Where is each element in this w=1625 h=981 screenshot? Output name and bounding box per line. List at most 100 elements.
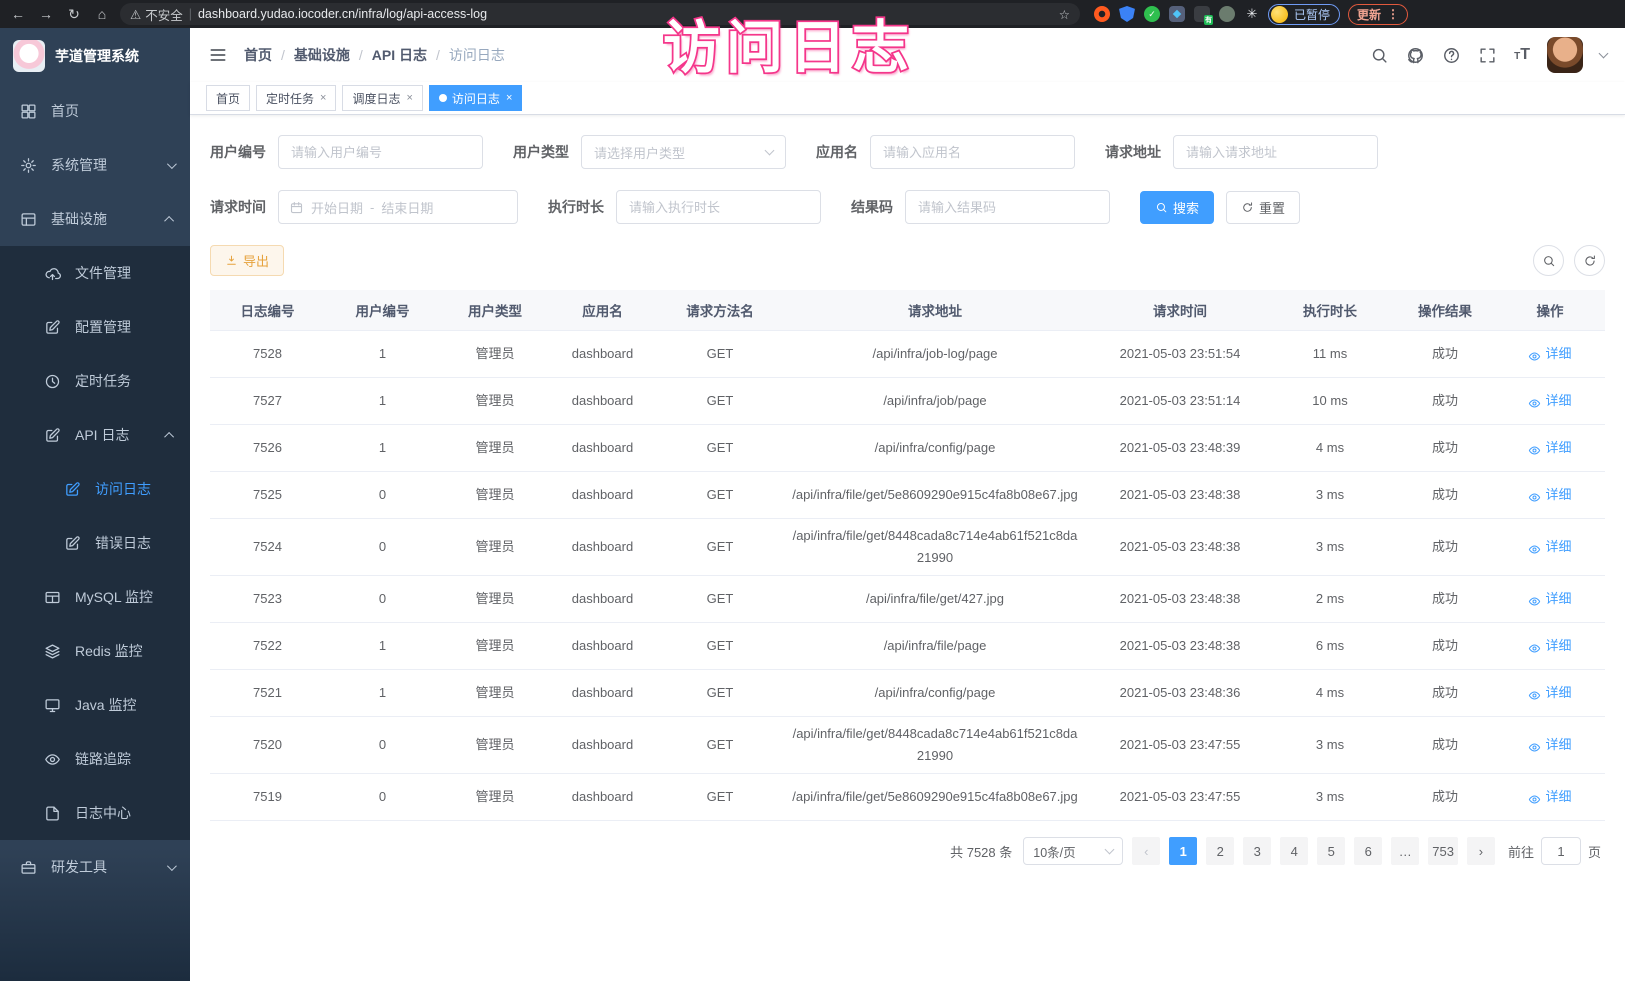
chevron-down-icon[interactable] (1599, 49, 1609, 59)
extension-icon[interactable] (1119, 6, 1135, 22)
address-bar[interactable]: ⚠ 不安全 | dashboard.yudao.iocoder.cn/infra… (120, 3, 1080, 25)
eye-icon (1528, 489, 1541, 502)
sidebar-item-home[interactable]: 首页 (0, 84, 190, 138)
user-avatar[interactable] (1547, 37, 1583, 73)
page-button[interactable]: 3 (1243, 837, 1271, 865)
breadcrumb-item[interactable]: 基础设施 (294, 45, 350, 65)
tab-home[interactable]: 首页 (206, 85, 250, 111)
prev-page-button[interactable]: ‹ (1132, 837, 1160, 865)
app-logo[interactable]: 芋道管理系统 (0, 28, 190, 84)
detail-link[interactable]: 详细 (1528, 437, 1571, 459)
page-button[interactable]: 2 (1206, 837, 1234, 865)
page-size-select[interactable]: 10条/页 (1023, 837, 1123, 865)
export-button-label: 导出 (243, 251, 269, 270)
browser-back-icon[interactable]: ← (8, 6, 28, 22)
browser-home-icon[interactable]: ⌂ (92, 6, 112, 22)
result-code-input[interactable] (905, 190, 1110, 224)
sidebar-item-log-center[interactable]: 日志中心 (0, 786, 190, 840)
fullscreen-icon[interactable] (1478, 46, 1497, 65)
breadcrumb-item[interactable]: 首页 (244, 45, 272, 65)
hamburger-icon[interactable] (208, 45, 228, 65)
detail-link[interactable]: 详细 (1528, 682, 1571, 704)
page-button[interactable]: 1 (1169, 837, 1197, 865)
browser-update-button[interactable]: 更新 ⋮ (1348, 4, 1408, 25)
sidebar-item-file[interactable]: 文件管理 (0, 246, 190, 300)
close-icon[interactable]: × (506, 92, 512, 104)
cell-duration: 11 ms (1275, 331, 1385, 377)
search-button[interactable]: 搜索 (1140, 191, 1214, 224)
detail-link[interactable]: 详细 (1528, 484, 1571, 506)
sidebar-item-access-log[interactable]: 访问日志 (0, 462, 190, 516)
tab-access-log[interactable]: 访问日志× (429, 85, 522, 111)
cell-app-name: dashboard (550, 576, 655, 622)
extension-icon[interactable] (1094, 6, 1110, 22)
cell-duration: 3 ms (1275, 472, 1385, 518)
sidebar-item-config[interactable]: 配置管理 (0, 300, 190, 354)
sidebar-item-system[interactable]: 系统管理 (0, 138, 190, 192)
filter-row-1: 用户编号 用户类型 请选择用户类型 应用名 请求地址 (210, 135, 1605, 169)
sidebar-item-trace[interactable]: 链路追踪 (0, 732, 190, 786)
browser-reload-icon[interactable]: ↻ (64, 6, 84, 23)
sidebar: 芋道管理系统 首页 系统管理 基础设施 文件管理 配置管理 (0, 28, 190, 981)
github-icon[interactable] (1406, 46, 1425, 65)
search-icon[interactable] (1370, 46, 1389, 65)
close-icon[interactable]: × (406, 92, 412, 104)
request-time-range-picker[interactable]: 开始日期 - 结束日期 (278, 190, 518, 224)
cell-user-type: 管理员 (440, 425, 550, 471)
sidebar-item-error-log[interactable]: 错误日志 (0, 516, 190, 570)
reset-button[interactable]: 重置 (1226, 191, 1300, 224)
user-id-input[interactable] (278, 135, 483, 169)
browser-profile-chip[interactable]: 已暂停 (1268, 4, 1340, 25)
detail-link[interactable]: 详细 (1528, 786, 1571, 808)
detail-link[interactable]: 详细 (1528, 536, 1571, 558)
tab-label: 定时任务 (266, 90, 314, 107)
extension-icon[interactable] (1219, 6, 1235, 22)
security-warning-icon[interactable]: ⚠ 不安全 (130, 5, 183, 24)
detail-link[interactable]: 详细 (1528, 390, 1571, 412)
page-button[interactable]: 4 (1280, 837, 1308, 865)
close-icon[interactable]: × (320, 92, 326, 104)
user-type-select[interactable]: 请选择用户类型 (581, 135, 786, 169)
document-icon (44, 805, 61, 822)
browser-menu-icon[interactable]: ⋮ (1387, 7, 1399, 21)
app-name-input[interactable] (870, 135, 1075, 169)
request-url-input[interactable] (1173, 135, 1378, 169)
sidebar-item-redis[interactable]: Redis 监控 (0, 624, 190, 678)
page-button[interactable]: 5 (1317, 837, 1345, 865)
font-size-icon[interactable]: TT (1514, 46, 1530, 64)
tab-cron[interactable]: 定时任务 × (256, 85, 336, 111)
bookmark-star-icon[interactable]: ☆ (1059, 7, 1070, 22)
breadcrumb-item[interactable]: API 日志 (372, 45, 427, 65)
extension-icon[interactable]: 有 (1194, 6, 1210, 22)
sidebar-item-api-log[interactable]: API 日志 (0, 408, 190, 462)
refresh-table-button[interactable] (1574, 245, 1605, 276)
cell-result: 成功 (1385, 717, 1505, 773)
sidebar-item-label: 链路追踪 (75, 749, 131, 769)
toggle-search-button[interactable] (1533, 245, 1564, 276)
sidebar-item-cron[interactable]: 定时任务 (0, 354, 190, 408)
detail-link[interactable]: 详细 (1528, 588, 1571, 610)
cell-app-name: dashboard (550, 378, 655, 424)
goto-page-input[interactable] (1541, 837, 1581, 865)
duration-input[interactable] (616, 190, 821, 224)
page-button[interactable]: 6 (1354, 837, 1382, 865)
detail-link[interactable]: 详细 (1528, 734, 1571, 756)
extension-icon[interactable] (1169, 6, 1185, 22)
help-icon[interactable] (1442, 46, 1461, 65)
detail-link[interactable]: 详细 (1528, 635, 1571, 657)
sidebar-item-java[interactable]: Java 监控 (0, 678, 190, 732)
sidebar-item-infra[interactable]: 基础设施 (0, 192, 190, 246)
extension-icon[interactable]: ✓ (1144, 6, 1160, 22)
browser-forward-icon[interactable]: → (36, 6, 56, 22)
tab-job-log[interactable]: 调度日志× (342, 85, 422, 111)
next-page-button[interactable]: › (1467, 837, 1495, 865)
extensions-menu-icon[interactable]: ✳ (1244, 6, 1260, 22)
cell-request-time: 2021-05-03 23:47:55 (1085, 774, 1275, 820)
sidebar-item-mysql[interactable]: MySQL 监控 (0, 570, 190, 624)
detail-link[interactable]: 详细 (1528, 343, 1571, 365)
export-button[interactable]: 导出 (210, 245, 284, 276)
detail-link-label: 详细 (1545, 437, 1571, 459)
pager-ellipsis[interactable]: … (1391, 837, 1419, 865)
sidebar-item-devtools[interactable]: 研发工具 (0, 840, 190, 894)
page-button[interactable]: 753 (1428, 837, 1458, 865)
